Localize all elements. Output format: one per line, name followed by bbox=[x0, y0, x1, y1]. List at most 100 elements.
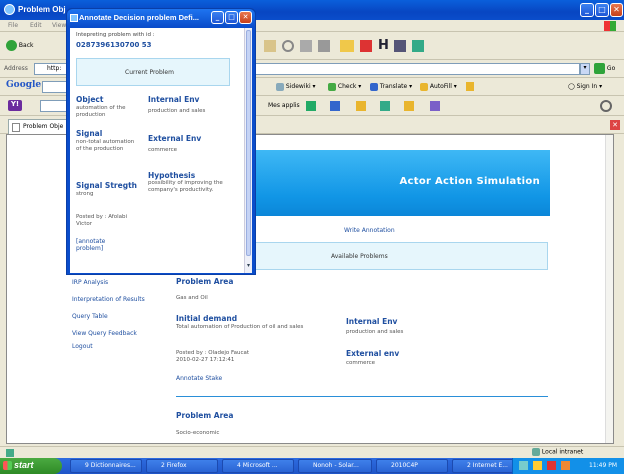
initial-demand-value: Total automation of Production of oil an… bbox=[176, 324, 304, 330]
menu-file[interactable]: File bbox=[8, 19, 18, 33]
back-button[interactable]: Back bbox=[6, 39, 34, 53]
settings-icon[interactable] bbox=[600, 100, 612, 112]
status-bar: Local intranet bbox=[0, 446, 624, 458]
addon-icon-2[interactable] bbox=[330, 101, 340, 111]
addon-icon-4[interactable] bbox=[380, 101, 390, 111]
translate-button[interactable]: Translate ▾ bbox=[370, 80, 412, 94]
main-window-title: Problem Obj bbox=[18, 5, 66, 14]
taskbar: start 9 Dictionnaires... 2 Firefox 4 Mic… bbox=[0, 458, 624, 474]
record-divider bbox=[176, 396, 548, 397]
task-dictionnaires[interactable]: 9 Dictionnaires... bbox=[70, 459, 142, 473]
popup-scrollbar[interactable]: ▾ bbox=[244, 28, 252, 273]
folder-icon[interactable] bbox=[340, 40, 354, 52]
tools-icon[interactable] bbox=[412, 40, 424, 52]
popup-object-label: Object bbox=[76, 95, 104, 104]
go-button[interactable]: Go bbox=[594, 63, 615, 74]
sidebar-link-view-query-feedback[interactable]: View Query Feedback bbox=[72, 330, 172, 343]
popup-scroll-down-icon[interactable]: ▾ bbox=[245, 262, 252, 271]
sidebar-link-interpretation[interactable]: Interpretation of Results bbox=[72, 296, 172, 313]
popup-scroll-thumb[interactable] bbox=[246, 30, 251, 256]
popup-internal-env-value: production and sales bbox=[148, 108, 206, 114]
status-zone: Local intranet bbox=[532, 448, 583, 456]
popup-external-env-label: External Env bbox=[148, 134, 202, 143]
task-internet-explorer[interactable]: 2 Internet E... bbox=[452, 459, 518, 473]
messenger-icon[interactable] bbox=[360, 40, 372, 52]
sidebar-link-logout[interactable]: Logout bbox=[72, 343, 172, 356]
popup-signal-strength-label: Signal Stregth bbox=[76, 181, 137, 190]
posted-date: 2010-02-27 17:12:41 bbox=[176, 357, 235, 363]
sign-in-button[interactable]: ◯ Sign In ▾ bbox=[568, 80, 602, 94]
check-button[interactable]: Check ▾ bbox=[328, 80, 361, 94]
sidewiki-icon bbox=[276, 82, 284, 91]
task-microsoft[interactable]: 4 Microsoft ... bbox=[222, 459, 294, 473]
home-icon[interactable] bbox=[264, 40, 276, 52]
task-nonoh[interactable]: Nonoh - Solar... bbox=[298, 459, 372, 473]
mes-applis-button[interactable]: Mes applis bbox=[268, 99, 300, 113]
popup-internal-env-label: Internal Env bbox=[148, 95, 200, 104]
problem-area-value: Gas and Oil bbox=[176, 295, 208, 301]
header-banner: Actor Action Simulation bbox=[250, 150, 550, 216]
page-icon bbox=[12, 123, 20, 132]
addon-icon-3[interactable] bbox=[356, 101, 366, 111]
task-firefox[interactable]: 2 Firefox bbox=[146, 459, 218, 473]
popup-title: Annotate Decision problem Defi... bbox=[79, 13, 200, 22]
yahoo-icon[interactable]: Y! bbox=[8, 100, 22, 111]
problem-area-2-value: Socio-economic bbox=[176, 430, 220, 436]
popup-minimize-button[interactable]: _ bbox=[211, 11, 224, 24]
sidebar-link-irp-analysis[interactable]: IRP Analysis bbox=[72, 279, 172, 296]
sidebar-link-query-table[interactable]: Query Table bbox=[72, 313, 172, 330]
address-dropdown-icon[interactable]: ▾ bbox=[580, 63, 590, 75]
sidewiki-button[interactable]: Sidewiki ▾ bbox=[276, 80, 316, 94]
h-icon[interactable]: H bbox=[378, 38, 389, 53]
popup-close-button[interactable]: ✕ bbox=[239, 11, 252, 24]
popup-signal-value: non-total automation of the production bbox=[76, 139, 135, 152]
tray-volume-icon[interactable] bbox=[533, 461, 542, 470]
maximize-button[interactable]: □ bbox=[595, 3, 609, 17]
tray-update-icon[interactable] bbox=[561, 461, 570, 470]
pencil-icon[interactable] bbox=[466, 82, 474, 91]
addon-icon-5[interactable] bbox=[404, 101, 414, 111]
book-icon[interactable] bbox=[394, 40, 406, 52]
popup-object-value: automation of the production bbox=[76, 105, 126, 118]
external-env-value: commerce bbox=[346, 360, 376, 366]
popup-hypothesis-label: Hypothesis bbox=[148, 171, 196, 180]
page-scrollbar[interactable] bbox=[605, 135, 613, 443]
windows-logo-icon bbox=[604, 21, 616, 31]
print-icon[interactable] bbox=[318, 40, 330, 52]
popup-external-env-value: commerce bbox=[148, 147, 178, 153]
write-annotation-link[interactable]: Write Annotation bbox=[344, 227, 395, 234]
tray-network-icon[interactable] bbox=[519, 461, 528, 470]
tray-security-icon[interactable] bbox=[547, 461, 556, 470]
problem-id: 0287396130700 53 bbox=[76, 41, 152, 49]
translate-icon bbox=[370, 82, 378, 91]
start-button[interactable]: start bbox=[0, 458, 62, 474]
posted-by: Posted by : Oladejo Faucat bbox=[176, 350, 250, 356]
windows-flag-icon bbox=[3, 461, 12, 470]
popup-hypothesis-value: possibility of improving the company's p… bbox=[148, 180, 223, 193]
search-icon[interactable] bbox=[282, 40, 294, 52]
problem-area-label: Problem Area bbox=[176, 277, 234, 286]
task-2010c4p[interactable]: 2010C4P bbox=[376, 459, 448, 473]
close-button[interactable]: ✕ bbox=[610, 3, 623, 17]
favorites-icon[interactable] bbox=[300, 40, 312, 52]
initial-demand-label: Initial demand bbox=[176, 314, 238, 323]
current-problem-heading: Current Problem bbox=[125, 69, 174, 76]
autofill-icon bbox=[420, 82, 428, 91]
interpreting-label: Intepreting problem with id : bbox=[76, 32, 155, 38]
ie-icon bbox=[4, 4, 15, 15]
problem-area-2-label: Problem Area bbox=[176, 411, 234, 420]
tab-close-icon[interactable]: ✕ bbox=[610, 120, 620, 130]
popup-posted-by: Posted by : Afolabi Victor bbox=[76, 214, 128, 227]
minimize-button[interactable]: _ bbox=[580, 3, 594, 17]
popup-maximize-button[interactable]: □ bbox=[225, 11, 238, 24]
internal-env-value: production and sales bbox=[346, 329, 404, 335]
menu-view[interactable]: View bbox=[52, 19, 66, 33]
menu-edit[interactable]: Edit bbox=[30, 19, 42, 33]
external-env-label: External env bbox=[346, 349, 400, 358]
addon-icon-1[interactable] bbox=[306, 101, 316, 111]
sidebar-nav: IRP Analysis Interpretation of Results Q… bbox=[72, 279, 172, 356]
annotate-problem-link[interactable]: [annotate problem] bbox=[76, 238, 126, 252]
annotate-stake-link[interactable]: Annotate Stake bbox=[176, 375, 222, 382]
autofill-button[interactable]: AutoFill ▾ bbox=[420, 80, 457, 94]
addon-icon-6[interactable] bbox=[430, 101, 440, 111]
